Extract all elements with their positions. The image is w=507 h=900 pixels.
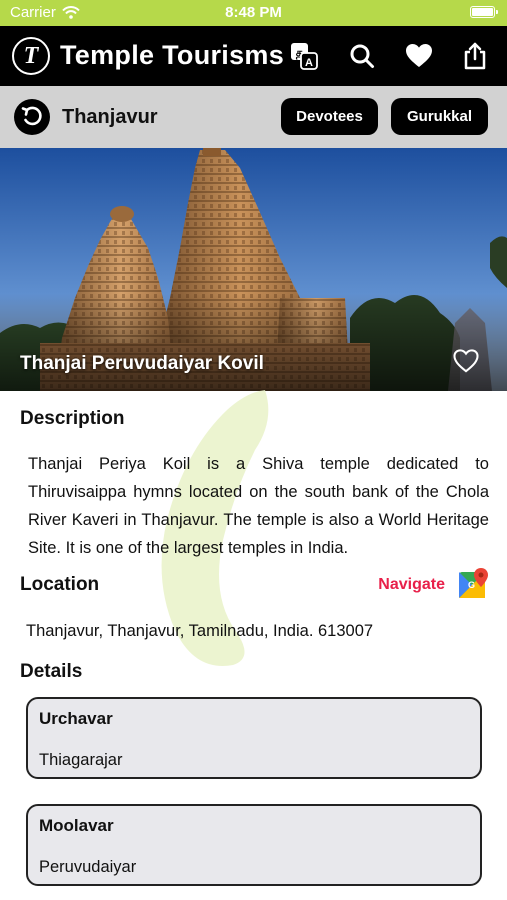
favorites-button[interactable] [403, 40, 435, 72]
detail-card-urchavar: Urchavar Thiagarajar [26, 697, 482, 779]
gurukkal-button[interactable]: Gurukkal [391, 98, 488, 135]
temple-hero-image: Thanjai Peruvudaiyar Kovil [0, 148, 507, 391]
search-icon [350, 44, 374, 68]
logo-letter: T [23, 43, 39, 69]
temple-name: Thanjai Peruvudaiyar Kovil [20, 353, 264, 374]
heart-icon [406, 44, 432, 67]
svg-text:A: A [305, 57, 313, 69]
heart-outline-icon [453, 349, 479, 373]
detail-value: Thiagarajar [39, 751, 123, 769]
status-bar: Carrier 8:48 PM [0, 0, 507, 26]
svg-text:G: G [468, 580, 475, 590]
temple-favorite-button[interactable] [453, 349, 479, 373]
search-button[interactable] [346, 40, 378, 72]
devotees-button[interactable]: Devotees [281, 98, 378, 135]
description-text: Thanjai Periya Koil is a Shiva temple de… [28, 455, 489, 557]
detail-label: Urchavar [39, 709, 113, 728]
translate-button[interactable]: த A [288, 40, 320, 72]
detail-card-moolavar: Moolavar Peruvudaiyar [26, 804, 482, 886]
place-name: Thanjavur [62, 106, 158, 128]
back-arrow-icon [21, 106, 42, 126]
back-button[interactable] [14, 99, 50, 135]
app-title: Temple Tourisms [60, 40, 285, 70]
translate-icon: த A [291, 43, 318, 70]
clock: 8:48 PM [225, 4, 282, 21]
battery-icon [470, 6, 498, 18]
navigate-link[interactable]: Navigate [378, 576, 445, 594]
google-maps-icon[interactable]: G [459, 568, 489, 598]
app-header: T Temple Tourisms த A [0, 26, 507, 86]
share-button[interactable] [459, 40, 491, 72]
detail-value: Peruvudaiyar [39, 858, 137, 876]
location-heading: Location [20, 574, 100, 595]
description-heading: Description [20, 408, 125, 429]
app-logo: T [12, 37, 50, 75]
details-heading: Details [20, 661, 83, 682]
share-icon [464, 42, 486, 70]
sub-header: Thanjavur Devotees Gurukkal [0, 86, 507, 148]
address-text: Thanjavur, Thanjavur, Tamilnadu, India. … [26, 622, 374, 640]
detail-label: Moolavar [39, 816, 114, 835]
